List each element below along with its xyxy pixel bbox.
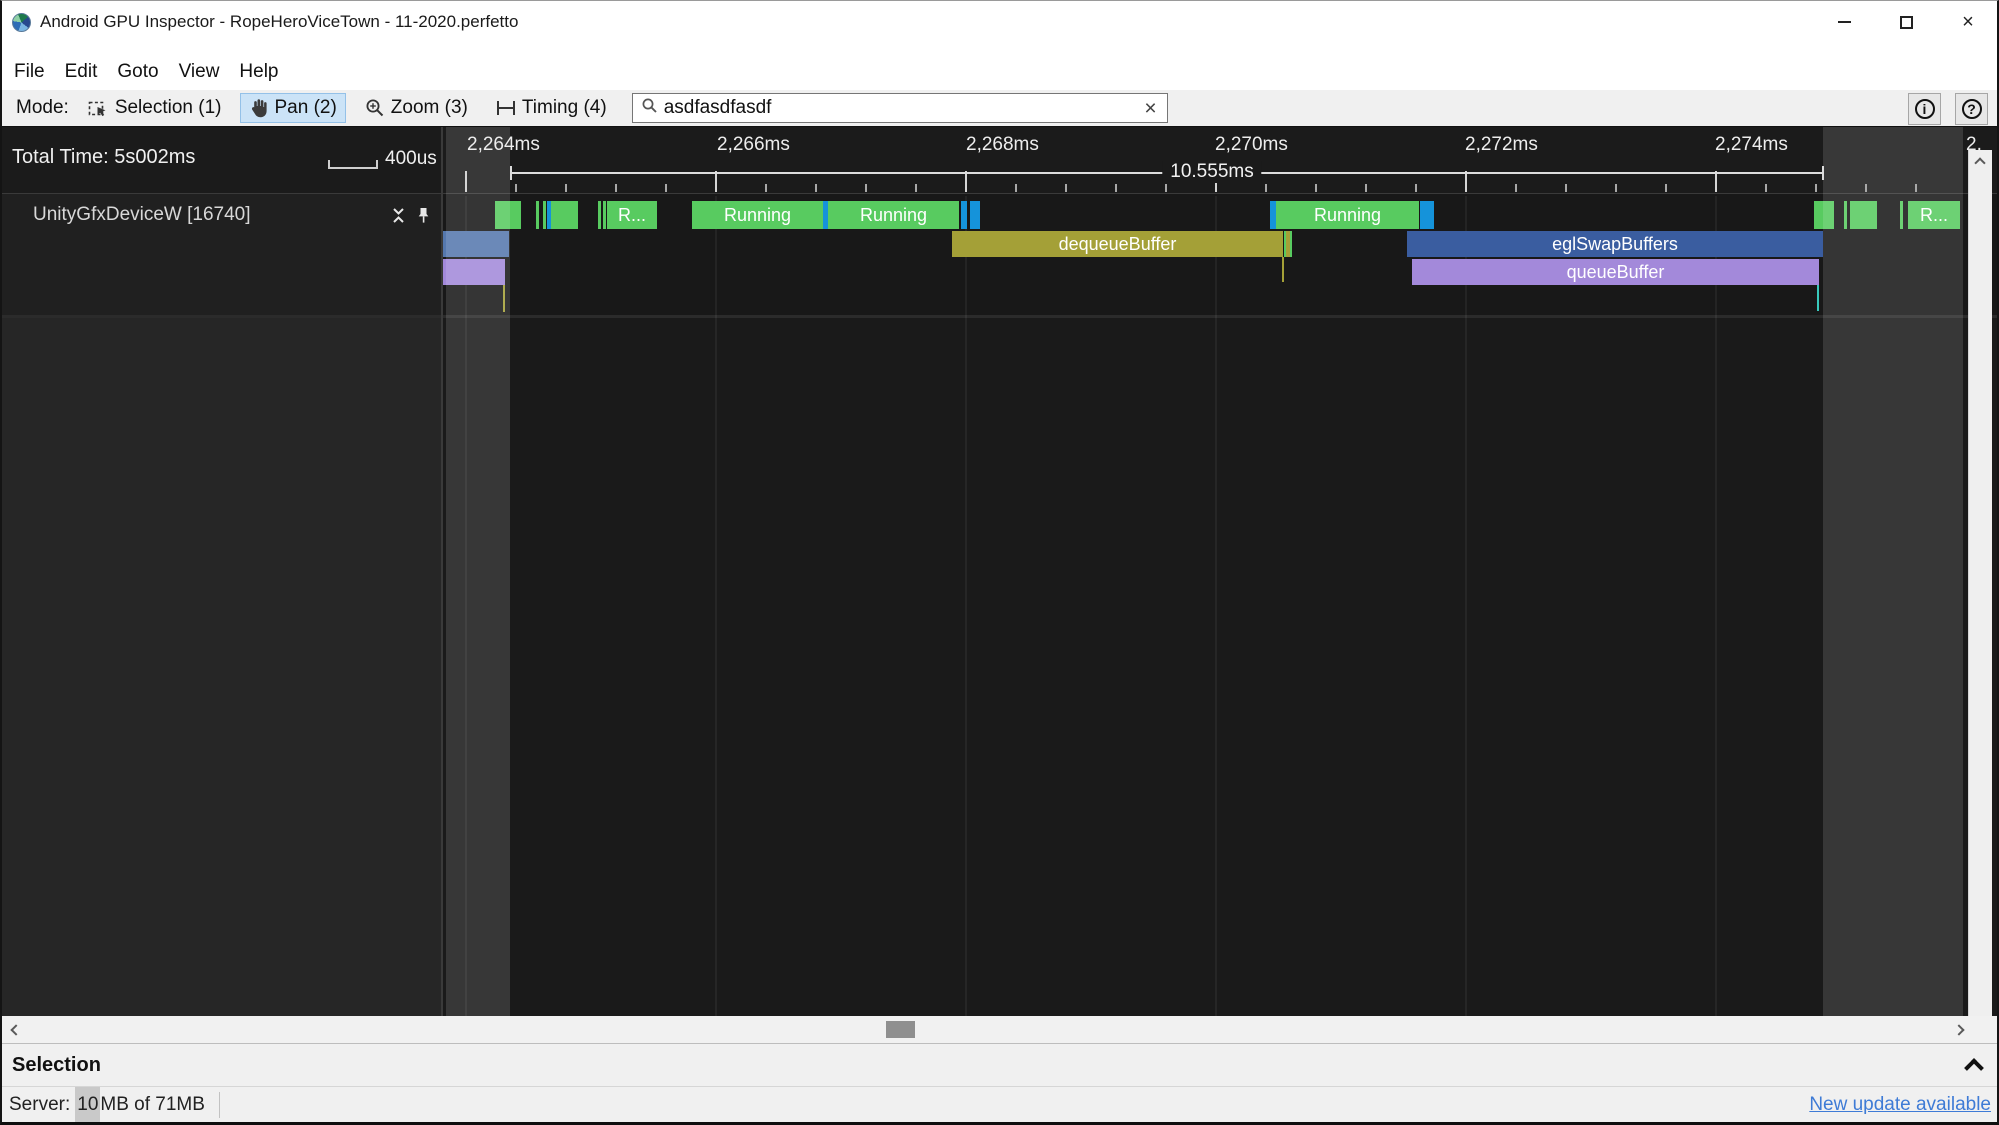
out-of-range-overlay — [446, 127, 510, 1016]
timeline-slice[interactable] — [961, 201, 967, 229]
ruler-tick — [1915, 184, 1917, 192]
ruler-tick — [1615, 184, 1617, 192]
measure-range-cap — [510, 166, 512, 180]
server-memory-used-gauge: 10 — [75, 1087, 100, 1123]
ruler-tick — [1515, 184, 1517, 192]
ruler-tick — [665, 184, 667, 192]
timeline-slice[interactable] — [1420, 201, 1434, 229]
ruler-tick — [715, 171, 717, 192]
server-memory-status: Server: 10 MB of 71MB — [9, 1087, 205, 1123]
ruler-tick — [615, 184, 617, 192]
timeline-slice[interactable] — [1290, 231, 1292, 257]
ruler-tick — [965, 171, 967, 192]
ruler-tick — [1415, 184, 1417, 192]
update-available-link[interactable]: New update available — [1809, 1094, 1991, 1116]
slice-droop-line — [1282, 257, 1284, 282]
total-time-label: Total Time: 5s002ms — [12, 146, 195, 169]
scroll-up-icon[interactable] — [1974, 157, 1985, 168]
ruler-tick — [1315, 184, 1317, 192]
selection-panel-title: Selection — [12, 1054, 101, 1077]
timeline-slice[interactable]: queueBuffer — [1412, 259, 1819, 285]
ruler-tick — [815, 184, 817, 192]
server-label: Server: — [9, 1094, 70, 1116]
horizontal-scrollbar[interactable] — [2, 1016, 1997, 1043]
track-name-label: UnityGfxDeviceW [16740] — [33, 204, 251, 226]
timeline-slice[interactable]: Running — [828, 201, 959, 229]
timeline-slice[interactable] — [970, 201, 980, 229]
ruler-time-label: 2,266ms — [717, 134, 790, 156]
timeline-slice[interactable]: dequeueBuffer — [952, 231, 1283, 257]
timeline-slice[interactable]: Running — [1276, 201, 1419, 229]
ruler-tick — [1815, 184, 1817, 192]
timeline-gridline — [715, 196, 717, 1016]
timeline-slice[interactable] — [536, 201, 539, 229]
ruler-time-label: 2,264ms — [467, 134, 540, 156]
ruler-tick — [765, 184, 767, 192]
ruler-time-label: 2,268ms — [966, 134, 1039, 156]
timeline-gridline — [1465, 196, 1467, 1016]
ruler-tick — [1565, 184, 1567, 192]
collapse-track-icon[interactable] — [391, 207, 406, 229]
status-separator — [219, 1092, 220, 1118]
selection-panel: Selection — [0, 1043, 1999, 1086]
ruler-time-label: 2,270ms — [1215, 134, 1288, 156]
timeline-slice[interactable] — [603, 201, 606, 229]
timeline-slice[interactable]: R... — [607, 201, 657, 229]
ruler-tick — [1265, 184, 1267, 192]
timeline-slice[interactable]: Running — [692, 201, 823, 229]
ruler-time-label: 2,272ms — [1465, 134, 1538, 156]
vertical-scrollbar[interactable] — [1968, 150, 1992, 1016]
scale-label: 400us — [385, 148, 437, 170]
ruler-tick — [1465, 171, 1467, 192]
scroll-right-icon[interactable] — [1953, 1024, 1964, 1035]
timeline-slice[interactable] — [543, 201, 546, 229]
timeline-stage: R...RunningRunningRunningR...dequeueBuff… — [0, 0, 1999, 1125]
scale-bracket-icon — [328, 160, 378, 169]
timeline-gridline — [965, 196, 967, 1016]
out-of-range-overlay — [1823, 127, 1963, 1016]
horizontal-scrollbar-thumb[interactable] — [886, 1021, 915, 1038]
ruler-tick — [465, 171, 467, 192]
scroll-left-icon[interactable] — [10, 1024, 21, 1035]
ruler-tick — [1715, 171, 1717, 192]
timeline-slice[interactable] — [598, 201, 601, 229]
timeline-slice[interactable] — [551, 201, 578, 229]
measure-range-label: 10.555ms — [1162, 161, 1261, 183]
ruler-tick — [565, 184, 567, 192]
ruler-tick — [1165, 184, 1167, 192]
ruler-tick — [915, 184, 917, 192]
timeline-gridline — [1215, 196, 1217, 1016]
measure-range-cap — [1822, 166, 1824, 180]
ruler-tick — [515, 184, 517, 192]
ruler-tick — [865, 184, 867, 192]
track-header-icons — [391, 207, 431, 229]
pin-track-icon[interactable] — [416, 207, 431, 229]
server-memory-text: MB of 71MB — [100, 1094, 205, 1116]
android-gpu-inspector-window: Android GPU Inspector - RopeHeroViceTown… — [0, 0, 1999, 1125]
ruler-tick — [1665, 184, 1667, 192]
ruler-tick — [1115, 184, 1117, 192]
slice-droop-line — [1817, 285, 1819, 311]
status-bar: Server: 10 MB of 71MB New update availab… — [0, 1086, 1999, 1123]
ruler-tick — [1015, 184, 1017, 192]
ruler-tick — [1865, 184, 1867, 192]
selection-collapse-icon[interactable] — [1964, 1058, 1984, 1078]
ruler-tick — [1765, 184, 1767, 192]
timeline-gridline — [1715, 196, 1717, 1016]
ruler-tick — [1065, 184, 1067, 192]
ruler-time-label: 2,274ms — [1715, 134, 1788, 156]
ruler-tick — [1365, 184, 1367, 192]
timeline-slice[interactable]: eglSwapBuffers — [1407, 231, 1823, 257]
